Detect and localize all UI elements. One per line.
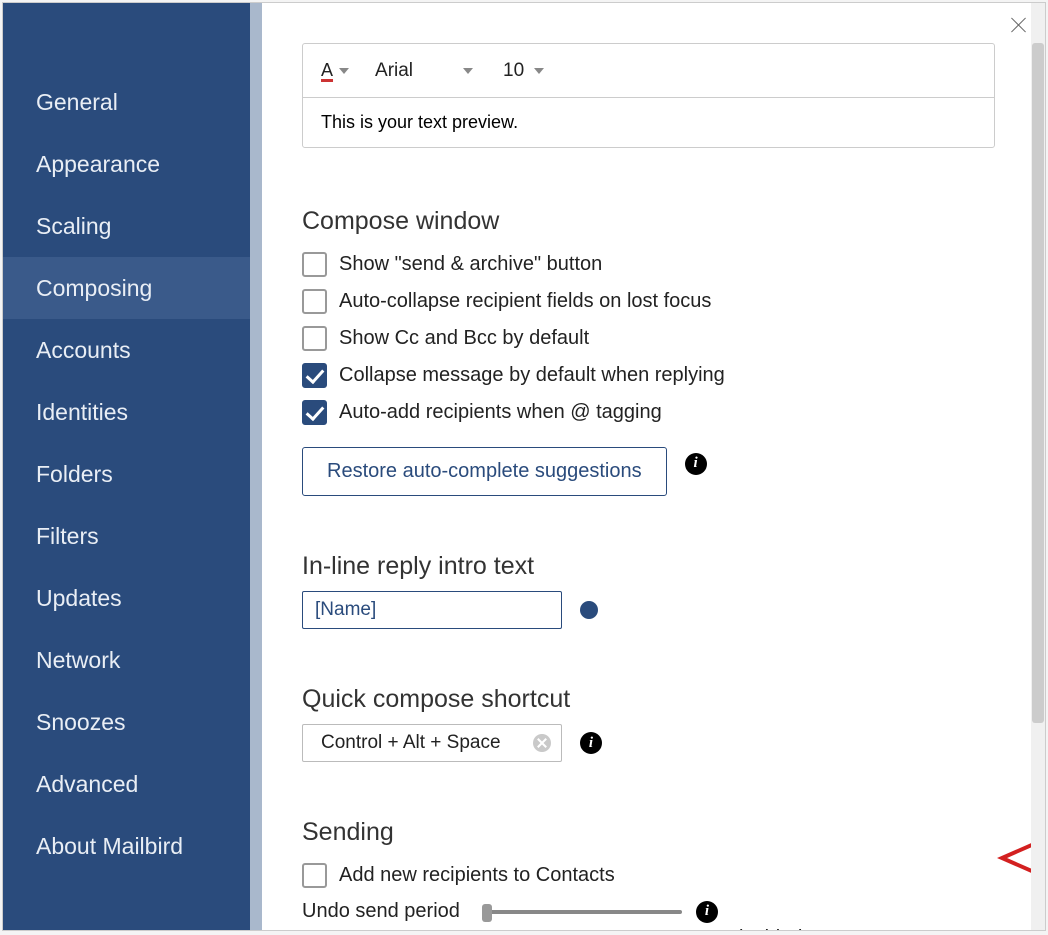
font-preview-text: This is your text preview.: [303, 98, 994, 147]
font-size-select[interactable]: 10: [503, 60, 544, 82]
sidebar-item-snoozes[interactable]: Snoozes: [3, 691, 250, 753]
checkbox-label: Add new recipients to Contacts: [339, 864, 615, 887]
font-color-icon: A: [321, 60, 333, 81]
undo-send-slider[interactable]: [482, 902, 682, 922]
checkbox-collapse-reply[interactable]: [302, 363, 327, 388]
sidebar-item-composing[interactable]: Composing: [3, 257, 250, 319]
info-icon[interactable]: i: [696, 901, 718, 923]
compose-window-heading: Compose window: [302, 207, 995, 236]
checkbox-auto-collapse[interactable]: [302, 289, 327, 314]
undo-send-value: Disabled: [532, 927, 995, 930]
settings-content: A Arial 10 This is your text preview. Co…: [262, 3, 1045, 930]
sidebar-item-updates[interactable]: Updates: [3, 567, 250, 629]
sidebar-item-accounts[interactable]: Accounts: [3, 319, 250, 381]
settings-sidebar: General Appearance Scaling Composing Acc…: [3, 3, 250, 930]
checkbox-label: Auto-add recipients when @ tagging: [339, 401, 662, 424]
font-color-picker[interactable]: A: [321, 60, 349, 81]
sidebar-divider: [250, 3, 262, 930]
chevron-down-icon: [339, 68, 349, 74]
slider-thumb[interactable]: [482, 904, 492, 922]
sidebar-item-identities[interactable]: Identities: [3, 381, 250, 443]
chevron-down-icon: [463, 68, 473, 74]
font-toolbar: A Arial 10 This is your text preview.: [302, 43, 995, 148]
sidebar-item-advanced[interactable]: Advanced: [3, 753, 250, 815]
shortcut-input[interactable]: Control + Alt + Space: [302, 724, 562, 762]
checkbox-label: Show "send & archive" button: [339, 253, 602, 276]
checkbox-add-contacts[interactable]: [302, 863, 327, 888]
sidebar-item-network[interactable]: Network: [3, 629, 250, 691]
checkbox-label: Collapse message by default when replyin…: [339, 364, 725, 387]
checkbox-label: Auto-collapse recipient fields on lost f…: [339, 290, 711, 313]
undo-send-label: Undo send period: [302, 900, 468, 923]
sidebar-item-general[interactable]: General: [3, 71, 250, 133]
checkbox-label: Show Cc and Bcc by default: [339, 327, 589, 350]
chevron-down-icon: [534, 68, 544, 74]
sidebar-item-about[interactable]: About Mailbird: [3, 815, 250, 877]
checkbox-show-cc-bcc[interactable]: [302, 326, 327, 351]
sidebar-item-scaling[interactable]: Scaling: [3, 195, 250, 257]
sidebar-item-folders[interactable]: Folders: [3, 443, 250, 505]
checkbox-send-archive[interactable]: [302, 252, 327, 277]
info-icon[interactable]: i: [580, 732, 602, 754]
info-icon[interactable]: i: [685, 453, 707, 475]
slider-track: [482, 910, 682, 914]
sidebar-item-filters[interactable]: Filters: [3, 505, 250, 567]
restore-autocomplete-button[interactable]: Restore auto-complete suggestions: [302, 447, 667, 496]
checkbox-auto-add-at[interactable]: [302, 400, 327, 425]
sending-heading: Sending: [302, 818, 995, 847]
shortcut-heading: Quick compose shortcut: [302, 685, 995, 714]
inline-reply-heading: In-line reply intro text: [302, 552, 995, 581]
sidebar-item-appearance[interactable]: Appearance: [3, 133, 250, 195]
color-dot-icon[interactable]: [580, 601, 598, 619]
scrollbar[interactable]: [1031, 3, 1045, 930]
inline-reply-input[interactable]: [302, 591, 562, 629]
font-family-select[interactable]: Arial: [375, 60, 473, 82]
scrollbar-thumb[interactable]: [1032, 43, 1044, 723]
close-icon[interactable]: [1009, 15, 1029, 35]
clear-icon[interactable]: [533, 734, 551, 752]
